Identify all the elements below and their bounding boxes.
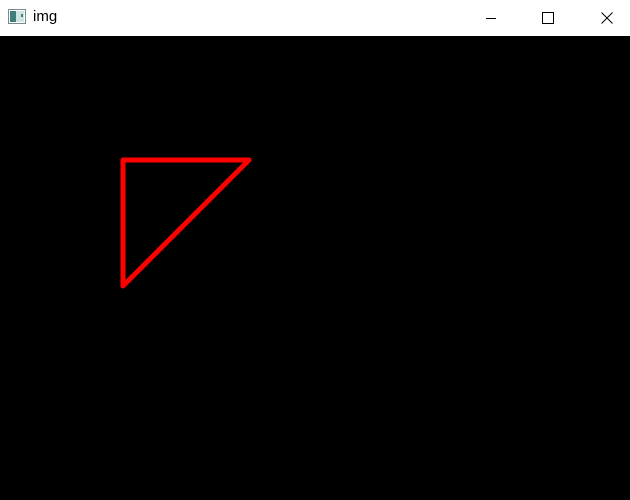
- minimize-icon: [485, 12, 497, 24]
- maximize-icon: [542, 12, 554, 24]
- image-canvas: [0, 36, 630, 500]
- window-title: img: [33, 8, 58, 25]
- title-bar[interactable]: img: [0, 0, 630, 36]
- maximize-button[interactable]: [525, 0, 571, 36]
- canvas-drawing: [120, 157, 252, 289]
- close-button[interactable]: [584, 0, 630, 36]
- image-window-icon: [8, 9, 26, 24]
- minimize-button[interactable]: [468, 0, 514, 36]
- red-triangle-outline: [120, 157, 252, 289]
- image-window: img: [0, 0, 630, 500]
- close-icon: [601, 12, 613, 24]
